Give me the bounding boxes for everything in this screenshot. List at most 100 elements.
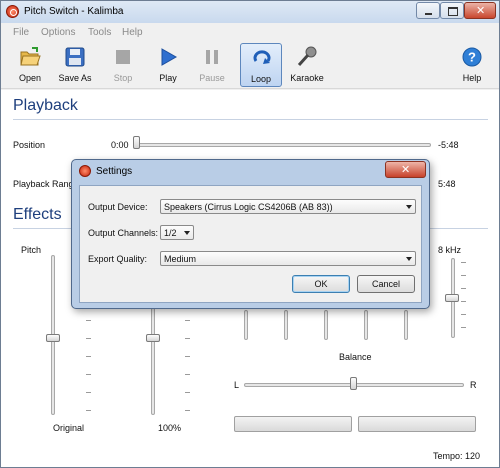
- pitch-tick: [86, 392, 91, 393]
- loop-label: Loop: [250, 74, 272, 84]
- effect-button-2[interactable]: [358, 416, 476, 432]
- tempo-value: 100%: [158, 423, 182, 433]
- export-quality-label: Export Quality:: [88, 254, 148, 264]
- status-tempo: Tempo: 120: [433, 451, 481, 461]
- tempo-tick: [185, 374, 190, 375]
- microphone-icon: [297, 46, 317, 67]
- eq-tick: [461, 262, 466, 263]
- help-icon: ?: [462, 47, 482, 67]
- karaoke-button[interactable]: Karaoke: [286, 43, 328, 87]
- pause-icon: [206, 50, 218, 64]
- eq-slider-2[interactable]: [284, 310, 288, 340]
- dialog-close-button[interactable]: [385, 161, 426, 178]
- save-as-label: Save As: [58, 73, 92, 83]
- maximize-button[interactable]: [440, 2, 464, 19]
- effects-heading: Effects: [13, 206, 62, 223]
- eq-tick: [461, 301, 466, 302]
- tempo-tick: [185, 392, 190, 393]
- pitch-value: Original: [53, 423, 85, 433]
- export-quality-value: Medium: [164, 254, 197, 264]
- chevron-down-icon: [406, 205, 412, 209]
- output-channels-label: Output Channels:: [88, 228, 159, 238]
- toolbar: Open Save As Stop Play Pause Loop Karaok…: [1, 41, 499, 89]
- balance-label: Balance: [339, 352, 372, 362]
- cancel-button[interactable]: Cancel: [357, 275, 415, 293]
- help-label: Help: [462, 73, 482, 83]
- eq-tick: [461, 314, 466, 315]
- help-button[interactable]: ? Help: [451, 43, 493, 87]
- save-as-button[interactable]: Save As: [54, 43, 96, 87]
- loop-icon: [253, 50, 271, 64]
- pitch-tick: [86, 410, 91, 411]
- dialog-title: Settings: [96, 166, 133, 177]
- position-label: Position: [13, 140, 46, 150]
- loop-button[interactable]: Loop: [240, 43, 282, 87]
- open-button[interactable]: Open: [9, 43, 51, 87]
- eq-tick: [461, 275, 466, 276]
- output-device-value: Speakers (Cirrus Logic CS4206B (AB 83)): [164, 202, 333, 212]
- floppy-disk-icon: [65, 47, 85, 67]
- pause-button[interactable]: Pause: [191, 43, 233, 87]
- effect-button-1[interactable]: [234, 416, 352, 432]
- output-channels-value: 1/2: [164, 228, 177, 238]
- tempo-tick: [185, 356, 190, 357]
- export-quality-select[interactable]: Medium: [160, 251, 416, 266]
- eq-slider-5[interactable]: [404, 310, 408, 340]
- chevron-down-icon: [184, 231, 190, 235]
- position-remaining: -5:48: [438, 140, 459, 150]
- menu-help[interactable]: Help: [122, 27, 143, 38]
- playback-heading: Playback: [13, 97, 78, 114]
- pitch-tick: [86, 374, 91, 375]
- menu-file[interactable]: File: [13, 27, 29, 38]
- open-label: Open: [18, 73, 42, 83]
- pause-label: Pause: [199, 73, 225, 83]
- window-title: Pitch Switch - Kalimba: [24, 6, 124, 17]
- output-device-label: Output Device:: [88, 202, 148, 212]
- playback-range-end: 5:48: [438, 179, 456, 189]
- position-time: 0:00: [111, 140, 129, 150]
- eq-slider-3[interactable]: [324, 310, 328, 340]
- menu-tools[interactable]: Tools: [88, 27, 111, 38]
- close-button[interactable]: [464, 2, 496, 19]
- title-bar: Pitch Switch - Kalimba: [1, 1, 499, 23]
- position-slider[interactable]: [136, 143, 431, 147]
- minimize-button[interactable]: [416, 2, 440, 19]
- menu-bar: File Options Tools Help: [1, 23, 499, 41]
- play-icon: [161, 48, 178, 66]
- eq-slider-8khz-thumb[interactable]: [445, 294, 459, 302]
- settings-dialog: Settings Output Device: Speakers (Cirrus…: [71, 159, 430, 309]
- tempo-slider-thumb[interactable]: [146, 334, 160, 342]
- dialog-body: Output Device: Speakers (Cirrus Logic CS…: [79, 185, 422, 303]
- pitch-tick: [86, 320, 91, 321]
- dialog-title-bar: Settings: [72, 160, 429, 182]
- pitch-tick: [86, 338, 91, 339]
- dialog-app-icon: [79, 165, 91, 177]
- play-button[interactable]: Play: [147, 43, 189, 87]
- eq-slider-4[interactable]: [364, 310, 368, 340]
- tempo-tick: [185, 410, 190, 411]
- app-icon: [6, 5, 19, 18]
- menu-options[interactable]: Options: [41, 27, 75, 38]
- eq-tick: [461, 288, 466, 289]
- eq-slider-1[interactable]: [244, 310, 248, 340]
- tempo-tick: [185, 338, 190, 339]
- playback-divider: [13, 119, 488, 120]
- balance-right-label: R: [470, 380, 477, 390]
- svg-text:?: ?: [468, 50, 476, 65]
- play-label: Play: [159, 73, 177, 83]
- eq-8khz-label: 8 kHz: [438, 245, 462, 255]
- stop-label: Stop: [113, 73, 133, 83]
- chevron-down-icon: [406, 257, 412, 261]
- ok-button[interactable]: OK: [292, 275, 350, 293]
- main-window: Pitch Switch - Kalimba File Options Tool…: [0, 0, 500, 468]
- pitch-tick: [86, 356, 91, 357]
- position-slider-thumb[interactable]: [133, 136, 140, 149]
- playback-range-label: Playback Range: [13, 179, 79, 189]
- stop-button[interactable]: Stop: [102, 43, 144, 87]
- output-device-select[interactable]: Speakers (Cirrus Logic CS4206B (AB 83)): [160, 199, 416, 214]
- balance-left-label: L: [234, 380, 240, 390]
- output-channels-select[interactable]: 1/2: [160, 225, 194, 240]
- pitch-label: Pitch: [21, 245, 42, 255]
- pitch-slider-thumb[interactable]: [46, 334, 60, 342]
- balance-slider-thumb[interactable]: [350, 377, 357, 390]
